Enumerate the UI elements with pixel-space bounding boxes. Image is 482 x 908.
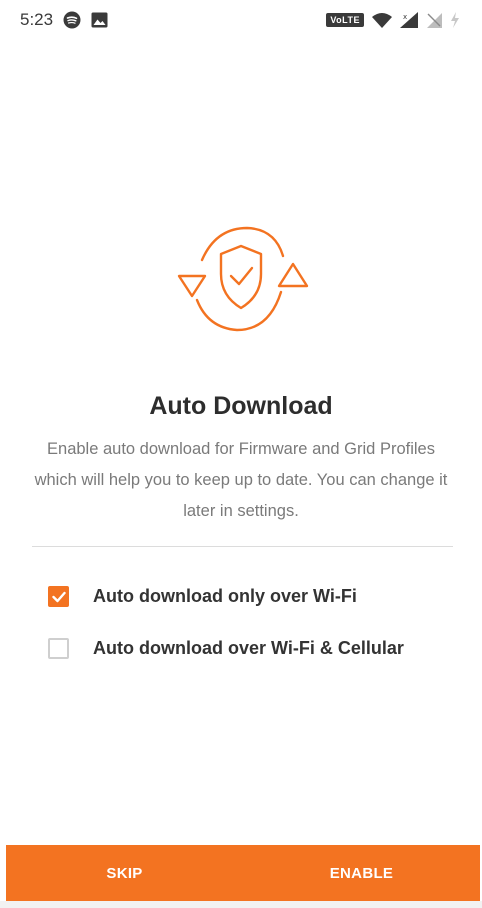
option-wifi-only[interactable]: Auto download only over Wi-Fi <box>48 586 357 607</box>
cellular-signal-icon: x <box>400 12 418 28</box>
battery-charging-icon <box>450 12 460 28</box>
page-title: Auto Download <box>149 392 333 420</box>
spotify-icon <box>63 11 81 29</box>
status-left: 5:23 <box>20 10 108 30</box>
svg-text:x: x <box>403 13 407 21</box>
navigation-bar-strip <box>0 901 482 908</box>
status-bar: 5:23 VoLTE x <box>0 0 482 40</box>
status-right: VoLTE x <box>326 12 460 28</box>
wifi-icon <box>372 12 392 28</box>
check-icon <box>51 591 66 602</box>
wifi-only-label: Auto download only over Wi-Fi <box>93 586 357 606</box>
wifi-only-checkbox[interactable] <box>48 586 69 607</box>
wifi-cellular-label: Auto download over Wi-Fi & Cellular <box>93 638 404 658</box>
enable-button[interactable]: ENABLE <box>243 865 480 882</box>
action-bar: SKIP ENABLE <box>6 845 480 901</box>
option-wifi-cellular[interactable]: Auto download over Wi-Fi & Cellular <box>48 638 404 659</box>
wifi-cellular-checkbox[interactable] <box>48 638 69 659</box>
no-sim-icon <box>426 12 442 28</box>
status-time: 5:23 <box>20 10 54 29</box>
volte-badge: VoLTE <box>326 13 364 27</box>
skip-button[interactable]: SKIP <box>6 865 243 882</box>
description-text: Enable auto download for Firmware and Gr… <box>34 440 448 520</box>
divider <box>32 546 453 547</box>
sync-shield-check-icon <box>171 222 311 338</box>
image-icon <box>91 12 108 28</box>
